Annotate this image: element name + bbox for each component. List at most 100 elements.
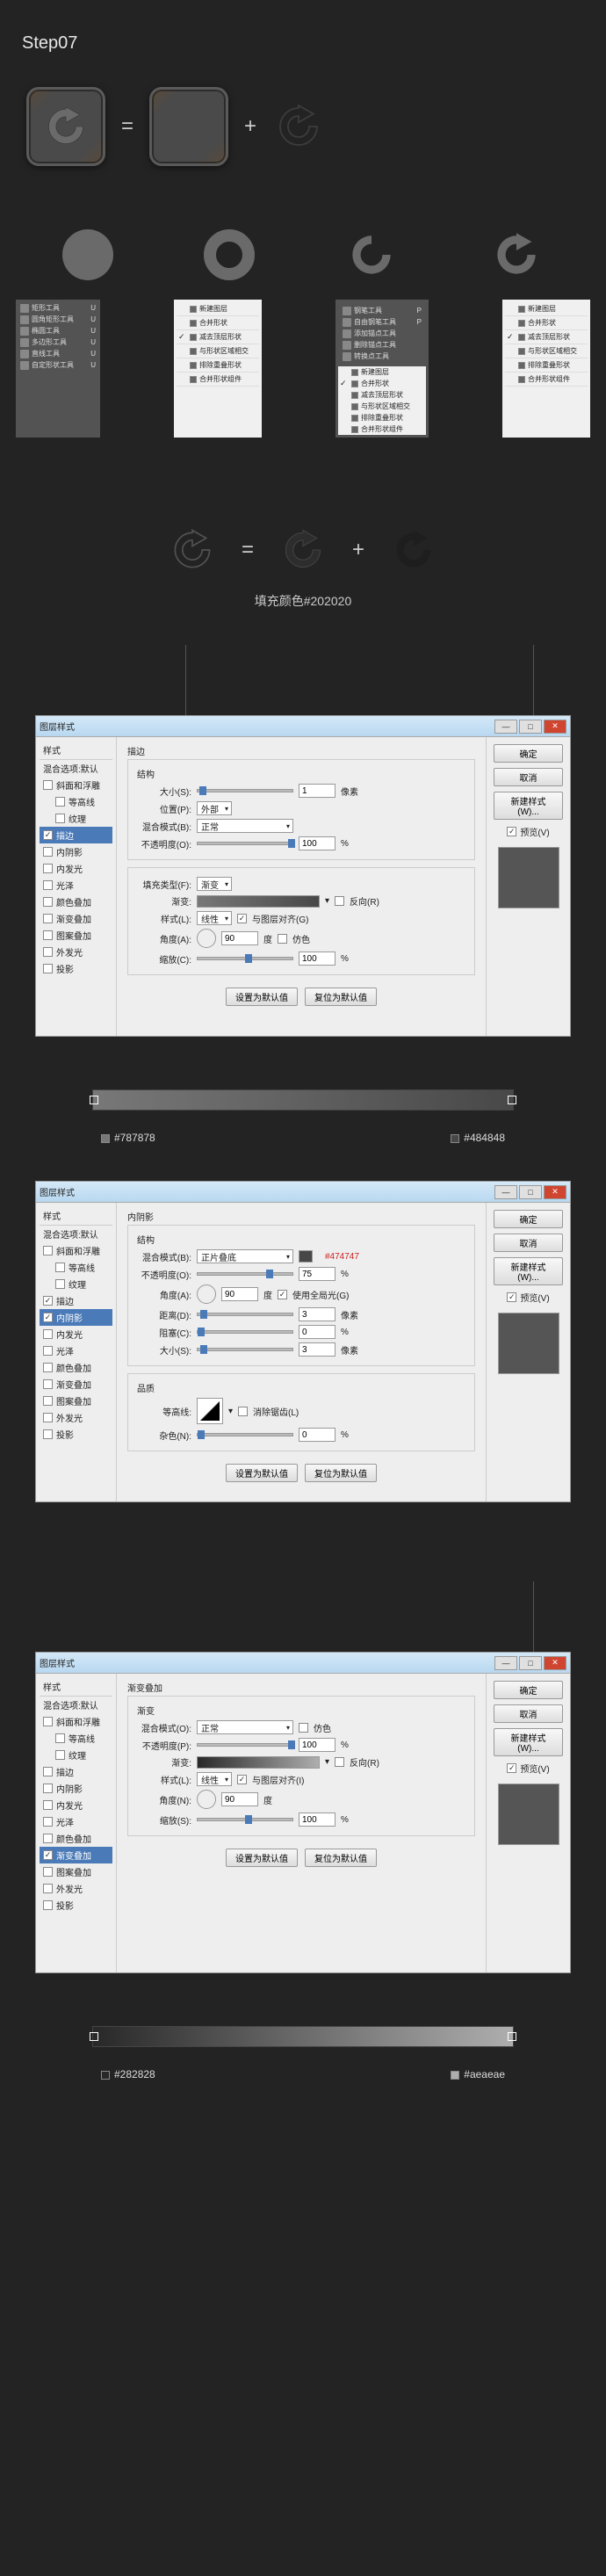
scale-slider[interactable] <box>197 957 293 960</box>
sb-gradient-overlay[interactable]: 渐变叠加 <box>40 1847 112 1863</box>
menu-item[interactable]: 新建图层 <box>338 366 426 378</box>
menu-item[interactable]: 减去顶层形状 <box>338 389 426 401</box>
reset-default-button[interactable]: 复位为默认值 <box>305 1849 377 1867</box>
menu-item[interactable]: 新建图层 <box>505 302 588 316</box>
close-button[interactable]: ✕ <box>544 1185 566 1199</box>
opacity-slider[interactable] <box>197 1272 293 1276</box>
tool-item[interactable]: 自由钢笔工具P <box>341 316 423 328</box>
preview-checkbox[interactable] <box>507 827 516 836</box>
menu-item[interactable]: 合并形状 <box>177 316 259 330</box>
sb-drop-shadow[interactable]: 投影 <box>40 960 112 977</box>
menu-item[interactable]: ✓合并形状 <box>338 378 426 389</box>
menu-item[interactable]: 排除重叠形状 <box>177 358 259 373</box>
filltype-select[interactable]: 渐变 <box>197 877 232 891</box>
maximize-button[interactable]: □ <box>519 720 542 734</box>
tool-item[interactable]: 删除锚点工具 <box>341 339 423 351</box>
scale-input[interactable] <box>299 1813 335 1827</box>
tool-item[interactable]: 多边形工具U <box>18 336 97 348</box>
align-checkbox[interactable] <box>237 914 247 923</box>
make-default-button[interactable]: 设置为默认值 <box>226 1464 298 1482</box>
gradient-picker[interactable] <box>197 1756 320 1769</box>
sb-inner-shadow[interactable]: 内阴影 <box>40 1780 112 1797</box>
sb-gradient-overlay[interactable]: 渐变叠加 <box>40 1376 112 1393</box>
sb-outer-glow[interactable]: 外发光 <box>40 1880 112 1897</box>
noise-slider[interactable] <box>197 1433 293 1436</box>
sb-color-overlay[interactable]: 颜色叠加 <box>40 1830 112 1847</box>
menu-item[interactable]: 排除重叠形状 <box>338 412 426 423</box>
position-select[interactable]: 外部 <box>197 801 232 815</box>
tool-item[interactable]: 椭圆工具U <box>18 325 97 336</box>
sb-bevel[interactable]: 斜面和浮雕 <box>40 777 112 793</box>
size-slider[interactable] <box>197 789 293 792</box>
sb-texture[interactable]: 纹理 <box>40 810 112 827</box>
tool-item[interactable]: 自定形状工具U <box>18 359 97 371</box>
sb-stroke[interactable]: 描边 <box>40 1763 112 1780</box>
menu-item[interactable]: 合并形状组件 <box>338 423 426 435</box>
dither-checkbox[interactable] <box>278 934 287 944</box>
sb-satin[interactable]: 光泽 <box>40 1813 112 1830</box>
menu-item[interactable]: 与形状区域相交 <box>505 344 588 358</box>
minimize-button[interactable]: — <box>494 1185 517 1199</box>
maximize-button[interactable]: □ <box>519 1656 542 1670</box>
reverse-checkbox[interactable] <box>335 896 344 906</box>
tool-item[interactable]: 转换点工具 <box>341 351 423 362</box>
sb-drop-shadow[interactable]: 投影 <box>40 1897 112 1914</box>
gradient-picker[interactable] <box>197 895 320 908</box>
size-input[interactable] <box>299 1342 335 1357</box>
scale-input[interactable] <box>299 952 335 966</box>
close-button[interactable]: ✕ <box>544 1656 566 1670</box>
sb-color-overlay[interactable]: 颜色叠加 <box>40 894 112 910</box>
ok-button[interactable]: 确定 <box>494 1681 563 1699</box>
size-input[interactable] <box>299 784 335 798</box>
align-checkbox[interactable] <box>237 1775 247 1784</box>
sb-stroke[interactable]: 描边 <box>40 1292 112 1309</box>
tool-item[interactable]: 矩形工具U <box>18 302 97 314</box>
angle-dial[interactable] <box>197 929 216 948</box>
sb-outer-glow[interactable]: 外发光 <box>40 1409 112 1426</box>
gradstyle-select[interactable]: 线性 <box>197 1772 232 1786</box>
minimize-button[interactable]: — <box>494 720 517 734</box>
sb-blend[interactable]: 混合选项:默认 <box>40 1226 112 1242</box>
opacity-input[interactable] <box>299 836 335 850</box>
cancel-button[interactable]: 取消 <box>494 768 563 786</box>
gradstyle-select[interactable]: 线性 <box>197 911 232 925</box>
blendmode-select[interactable]: 正常 <box>197 819 293 833</box>
sb-texture[interactable]: 纹理 <box>40 1276 112 1292</box>
sb-gradient-overlay[interactable]: 渐变叠加 <box>40 910 112 927</box>
angle-input[interactable] <box>221 1792 258 1806</box>
opacity-slider[interactable] <box>197 1743 293 1747</box>
sb-inner-shadow[interactable]: 内阴影 <box>40 843 112 860</box>
distance-input[interactable] <box>299 1307 335 1321</box>
menu-item[interactable]: ✓减去顶层形状 <box>505 330 588 344</box>
minimize-button[interactable]: — <box>494 1656 517 1670</box>
sb-contour[interactable]: 等高线 <box>40 1259 112 1276</box>
ok-button[interactable]: 确定 <box>494 1210 563 1228</box>
reset-default-button[interactable]: 复位为默认值 <box>305 988 377 1006</box>
sb-blend[interactable]: 混合选项:默认 <box>40 760 112 777</box>
sb-texture[interactable]: 纹理 <box>40 1747 112 1763</box>
sb-bevel[interactable]: 斜面和浮雕 <box>40 1242 112 1259</box>
sb-pattern-overlay[interactable]: 图案叠加 <box>40 1863 112 1880</box>
blendmode-select[interactable]: 正片叠底 <box>197 1249 293 1263</box>
menu-item[interactable]: 合并形状组件 <box>505 373 588 387</box>
contour-picker[interactable] <box>197 1398 223 1424</box>
opacity-slider[interactable] <box>197 842 293 845</box>
size-slider[interactable] <box>197 1348 293 1351</box>
angle-input[interactable] <box>221 1287 258 1301</box>
sb-contour[interactable]: 等高线 <box>40 793 112 810</box>
menu-item[interactable]: 合并形状 <box>505 316 588 330</box>
global-light-checkbox[interactable] <box>278 1290 287 1299</box>
angle-input[interactable] <box>221 931 258 945</box>
make-default-button[interactable]: 设置为默认值 <box>226 988 298 1006</box>
distance-slider[interactable] <box>197 1313 293 1316</box>
new-style-button[interactable]: 新建样式(W)... <box>494 1728 563 1756</box>
sb-contour[interactable]: 等高线 <box>40 1730 112 1747</box>
preview-checkbox[interactable] <box>507 1763 516 1773</box>
angle-dial[interactable] <box>197 1284 216 1304</box>
tool-item[interactable]: 直线工具U <box>18 348 97 359</box>
sb-drop-shadow[interactable]: 投影 <box>40 1426 112 1443</box>
new-style-button[interactable]: 新建样式(W)... <box>494 1257 563 1285</box>
menu-item[interactable]: 与形状区域相交 <box>338 401 426 412</box>
close-button[interactable]: ✕ <box>544 720 566 734</box>
sb-satin[interactable]: 光泽 <box>40 1342 112 1359</box>
